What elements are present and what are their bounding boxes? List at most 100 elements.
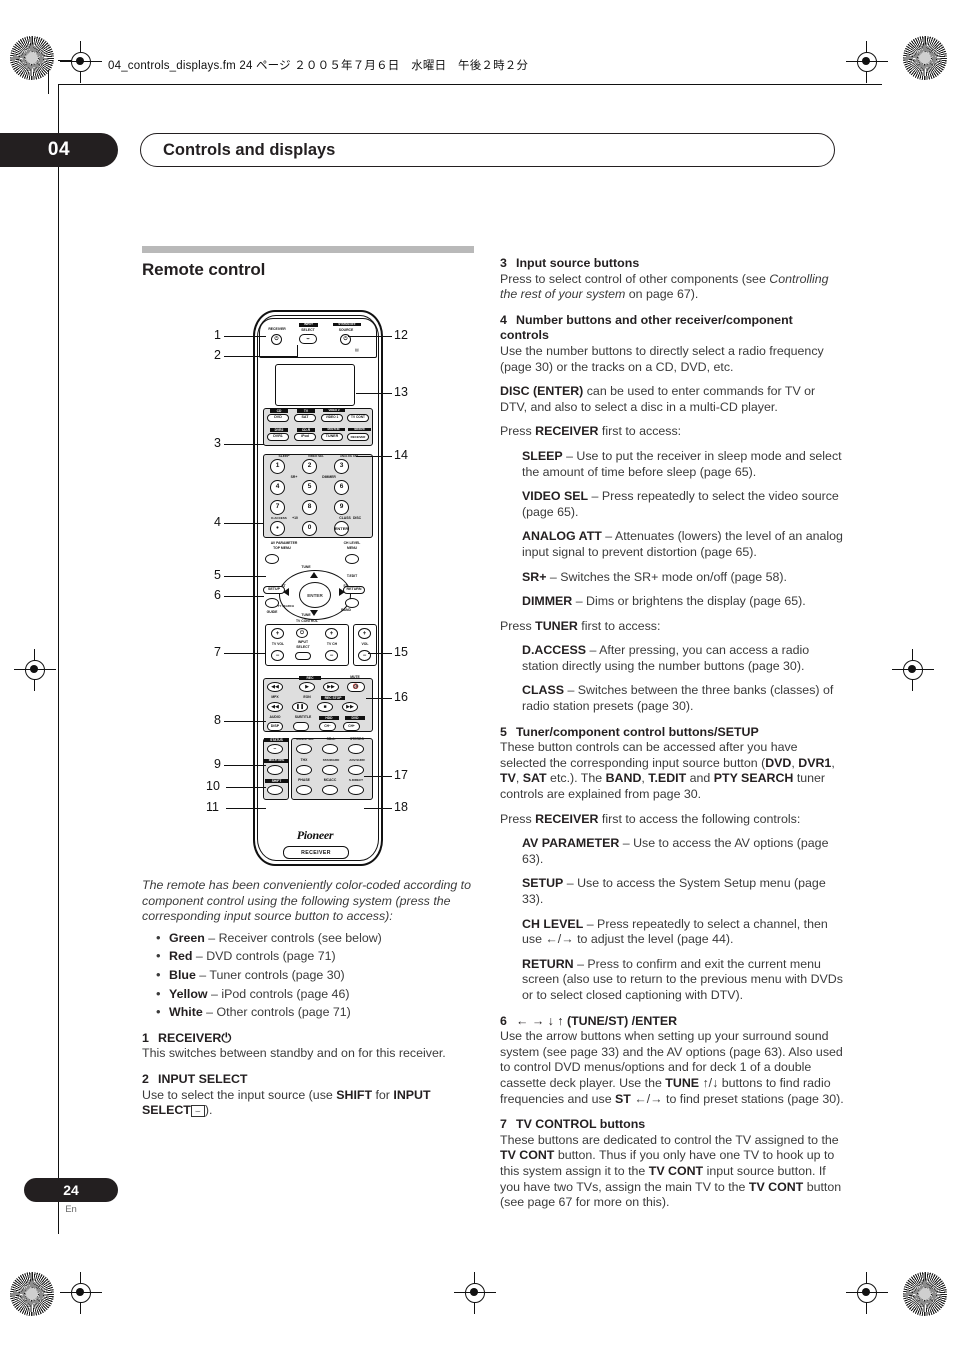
key-num-5[interactable]: 5 xyxy=(302,480,317,495)
key-enter-dpad[interactable]: ENTER xyxy=(299,582,331,608)
term-sleep: SLEEP xyxy=(522,448,563,463)
dpad-up-arrow-icon[interactable] xyxy=(310,572,318,578)
label-rec: REC xyxy=(299,676,321,681)
key-enter-disc[interactable]: ENTER xyxy=(334,521,349,536)
callout-line-7 xyxy=(224,653,266,654)
label-eon: EON xyxy=(303,695,311,699)
key-ipod[interactable]: iPod xyxy=(294,433,316,441)
key-num-3[interactable]: 3 xyxy=(334,459,349,474)
label-video-sel: VIDEO SEL xyxy=(307,454,324,458)
key-sbch[interactable] xyxy=(322,744,338,754)
term-setup: SETUP xyxy=(522,876,564,891)
crop-crosshair-mid-right xyxy=(892,649,934,691)
callout-line-1 xyxy=(224,336,266,337)
key-tv-input-select[interactable] xyxy=(295,652,311,660)
key-tv-vol-up[interactable]: + xyxy=(271,628,284,639)
list-item: Blue – Tuner controls (page 30) xyxy=(156,967,487,984)
key-num-9[interactable]: 9 xyxy=(334,500,349,515)
key-dot[interactable]: • xyxy=(270,521,285,536)
callout-10: 10 xyxy=(206,779,220,793)
key-tv-cont[interactable]: TV CONT xyxy=(347,414,369,422)
label-menu: MENU xyxy=(347,546,357,550)
key-ch-minus[interactable]: CH− xyxy=(319,722,336,731)
key-dvd[interactable]: DVD xyxy=(267,414,289,422)
key-tv-vol-down[interactable]: − xyxy=(271,650,284,661)
label-tv: TV xyxy=(297,409,315,414)
key-phase[interactable] xyxy=(296,785,312,795)
key-guide-pty[interactable] xyxy=(265,598,279,608)
header-rule-short xyxy=(58,60,72,61)
key-video1[interactable]: VIDEO 1 xyxy=(321,414,343,422)
i5h: and xyxy=(686,771,714,786)
page-language: En xyxy=(65,1204,77,1215)
key-next-track[interactable]: ▶▶ xyxy=(342,702,358,712)
desc-sleep: – Use to put the receiver in sleep mode … xyxy=(522,448,842,479)
key-status[interactable]: − xyxy=(267,744,283,754)
callout-line-2-vert xyxy=(297,345,298,357)
color-code-list: Green – Receiver controls (see below) Re… xyxy=(142,930,487,1021)
label-plus10: +10 xyxy=(292,516,298,520)
key-return[interactable]: RETURN xyxy=(343,586,365,594)
key-ch-plus[interactable]: CH+ xyxy=(343,722,360,731)
subitem-sr-plus: SR+ – Switches the SR+ mode on/off (page… xyxy=(522,570,845,586)
key-sat[interactable]: SAT xyxy=(294,414,316,422)
key-tv-ch-down[interactable]: − xyxy=(325,650,338,661)
key-standard[interactable] xyxy=(322,765,338,775)
key-num-8[interactable]: 8 xyxy=(302,500,317,515)
label-audio: AUDIO xyxy=(269,715,281,719)
i5-p2-pre: Press xyxy=(500,811,536,826)
key-num-2[interactable]: 2 xyxy=(302,459,317,474)
key-pause[interactable]: ❚❚ xyxy=(292,702,308,712)
chapter-title: Controls and displays xyxy=(140,133,835,167)
key-vol-up[interactable]: + xyxy=(358,628,371,639)
press-tuner-pre: Press xyxy=(500,618,536,633)
key-rewind[interactable]: ◀◀ xyxy=(267,682,283,692)
key-fast-forward[interactable]: ▶▶ xyxy=(323,682,339,692)
label-multi-ope: MULTI OPE xyxy=(264,758,289,763)
remote-control-illustration: RECEIVER ⏻ INPUT SELECT ⌣ SYSTEM OFF SOU… xyxy=(243,310,393,870)
label-mcacc: MCACC xyxy=(323,778,337,782)
key-num-0[interactable]: 0 xyxy=(302,521,317,536)
key-mute[interactable]: 🔇 xyxy=(347,682,365,692)
key-receiver-source[interactable]: RECEIVER xyxy=(347,433,369,441)
callout-line-4 xyxy=(224,523,264,524)
key-stereo[interactable] xyxy=(348,744,364,754)
key-vol-down[interactable]: − xyxy=(358,650,371,661)
label-tv-vol: TV VOL xyxy=(271,642,285,646)
term-ch-level: CH LEVEL xyxy=(522,916,584,931)
key-tv-ch-up[interactable]: + xyxy=(325,628,338,639)
key-thx[interactable] xyxy=(296,765,312,775)
key-num-1[interactable]: 1 xyxy=(270,459,285,474)
key-s-direct[interactable] xyxy=(348,785,364,795)
key-adv-surr[interactable] xyxy=(348,765,364,775)
bullet-color-green: Green xyxy=(169,930,205,945)
callout-line-17 xyxy=(364,776,392,777)
item-3-title: Input source buttons xyxy=(516,256,640,270)
key-num-6[interactable]: 6 xyxy=(334,480,349,495)
key-disp[interactable]: DISP xyxy=(267,722,283,731)
key-dvr1[interactable]: DVR1 xyxy=(267,433,289,441)
key-setup[interactable]: SETUP xyxy=(263,586,285,594)
key-band[interactable] xyxy=(345,598,359,608)
key-signal-sel[interactable] xyxy=(296,744,312,754)
key-tuner[interactable]: TUNER xyxy=(321,433,343,441)
key-multi-ope[interactable] xyxy=(267,765,283,775)
key-tv-power[interactable]: ⏻ xyxy=(296,628,308,638)
i5-band: BAND xyxy=(605,771,642,786)
key-stop[interactable]: ■ xyxy=(317,702,333,712)
key-play[interactable]: ▶ xyxy=(299,682,315,692)
key-ch-level-menu[interactable] xyxy=(345,554,359,564)
item-4-heading: 4 Number buttons and other receiver/compo… xyxy=(500,313,845,344)
item-5-p1: These button controls can be accessed af… xyxy=(500,740,845,802)
press-receiver-pre: Press xyxy=(500,424,536,439)
key-subtitle[interactable] xyxy=(293,722,309,731)
key-num-7[interactable]: 7 xyxy=(270,500,285,515)
key-num-4[interactable]: 4 xyxy=(270,480,285,495)
key-mcacc[interactable] xyxy=(322,785,338,795)
key-av-parameter-top-menu[interactable] xyxy=(265,554,279,564)
i5-dvr1: DVR1 xyxy=(798,755,832,770)
key-shift[interactable] xyxy=(267,785,283,795)
label-shift: SHIFT xyxy=(265,779,288,784)
key-prev-track[interactable]: ◀◀ xyxy=(267,702,283,712)
left-column-text: The remote has been conveniently color-c… xyxy=(142,878,487,1129)
